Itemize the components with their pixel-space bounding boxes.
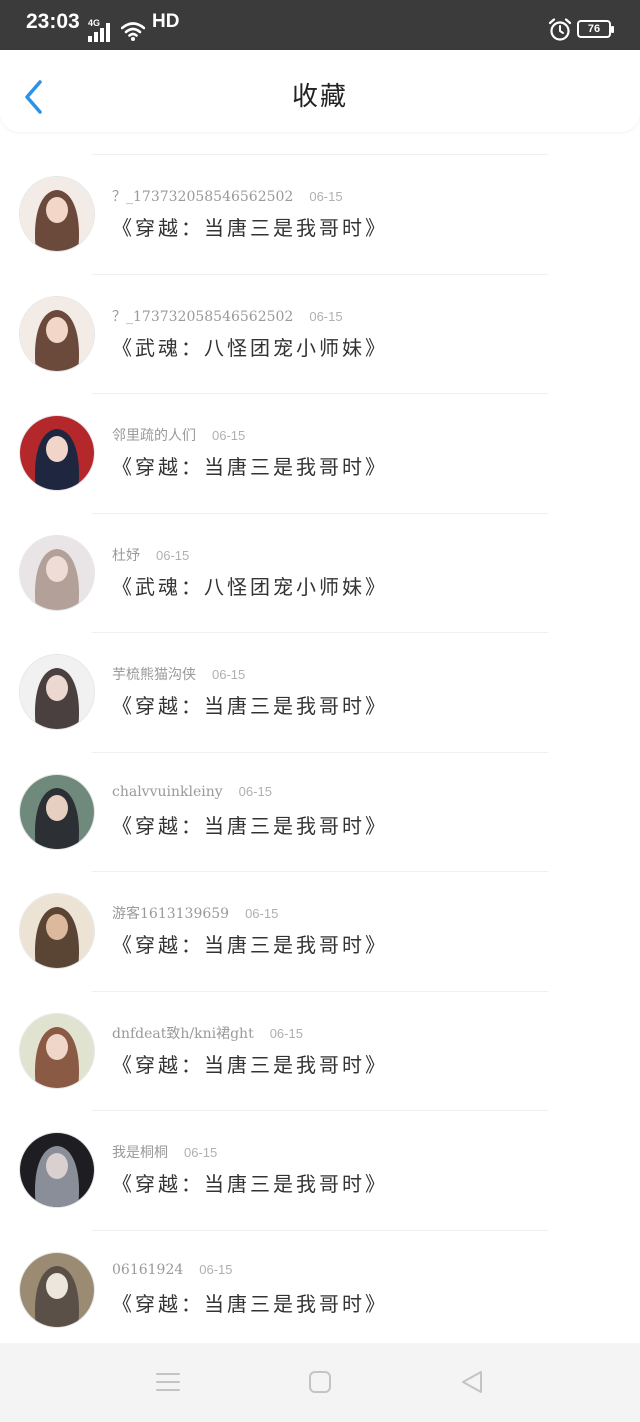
- username: chalvvuinkleiny: [112, 783, 223, 800]
- list-item[interactable]: 游客1613139659 06-15 《穿越：当唐三是我哥时》: [0, 871, 640, 991]
- system-nav-bar: [0, 1343, 640, 1422]
- network-type-label: 4G: [88, 18, 101, 28]
- book-title: 《穿越：当唐三是我哥时》: [112, 455, 388, 479]
- item-meta: chalvvuinkleiny 06-15: [112, 784, 272, 800]
- item-date: 06-15: [309, 308, 343, 324]
- list-item[interactable]: 邻里疏的人们 06-15 《穿越：当唐三是我哥时》: [0, 393, 640, 513]
- username: 邻里疏的人们: [112, 428, 196, 444]
- signal-icon: 4G: [88, 18, 116, 42]
- item-meta: 我是桐桐 06-15: [112, 1142, 217, 1162]
- list-item[interactable]: 06161924 06-15 《穿越：当唐三是我哥时》: [0, 1229, 640, 1350]
- book-title: 《穿越：当唐三是我哥时》: [112, 933, 388, 957]
- item-date: 06-15: [245, 906, 279, 921]
- user-avatar: [20, 1013, 94, 1088]
- book-title: 《穿越：当唐三是我哥时》: [112, 1172, 388, 1196]
- user-avatar: [20, 416, 94, 490]
- hd-indicator: HD: [152, 11, 180, 32]
- item-date: 06-15: [184, 1145, 218, 1160]
- username: 06161924: [112, 1261, 184, 1278]
- item-date: 06-15: [238, 783, 272, 799]
- avatar-face: [46, 436, 68, 462]
- book-title: 《武魂：八怪团宠小师妹》: [112, 574, 388, 599]
- user-avatar: [20, 1252, 94, 1327]
- username: 游客1613139659: [112, 906, 230, 922]
- book-title: 《穿越：当唐三是我哥时》: [112, 216, 388, 240]
- battery-level: 76: [587, 23, 601, 35]
- avatar-face: [46, 1033, 68, 1060]
- user-avatar: [20, 894, 94, 968]
- app-header: 收藏: [0, 50, 640, 132]
- item-date: 06-15: [212, 667, 246, 682]
- item-date: 06-15: [199, 1261, 233, 1277]
- list-item[interactable]: 杜妤 06-15 《武魂：八怪团宠小师妹》: [0, 512, 640, 633]
- book-title: 《穿越：当唐三是我哥时》: [112, 813, 388, 838]
- wifi-icon: [121, 22, 145, 41]
- user-avatar: [20, 655, 94, 729]
- avatar-face: [46, 914, 68, 940]
- item-date: 06-15: [156, 547, 190, 563]
- avatar-face: [46, 197, 68, 223]
- list-item[interactable]: ？_173732058546562502 06-15 《穿越：当唐三是我哥时》: [0, 154, 640, 274]
- item-date: 06-15: [309, 189, 343, 204]
- list-item[interactable]: dnfdeat致h/kni裙ght 06-15 《穿越：当唐三是我哥时》: [0, 990, 640, 1111]
- item-meta: ？_173732058546562502 06-15: [112, 306, 343, 326]
- list-item[interactable]: 我是桐桐 06-15 《穿越：当唐三是我哥时》: [0, 1110, 640, 1230]
- item-meta: 杜妤 06-15: [112, 545, 189, 565]
- user-avatar: [20, 535, 94, 610]
- username: ？_173732058546562502: [112, 308, 294, 325]
- book-title: 《穿越：当唐三是我哥时》: [112, 694, 388, 718]
- item-date: 06-15: [269, 1025, 303, 1041]
- item-meta: 芋梳熊猫沟侠 06-15: [112, 664, 245, 684]
- avatar-face: [46, 316, 68, 343]
- alarm-icon: [548, 18, 572, 41]
- list-item[interactable]: ？_173732058546562502 06-15 《武魂：八怪团宠小师妹》: [0, 273, 640, 394]
- user-avatar: [20, 1133, 94, 1207]
- status-time: 23:03: [26, 10, 80, 33]
- username: 杜妤: [112, 547, 140, 564]
- home-icon[interactable]: [308, 1370, 332, 1394]
- favorites-list: ？_173732058546562502 06-15 《穿越：当唐三是我哥时》 ？…: [0, 154, 640, 1349]
- avatar-face: [46, 1272, 68, 1299]
- avatar-face: [46, 555, 68, 582]
- list-item[interactable]: 芋梳熊猫沟侠 06-15 《穿越：当唐三是我哥时》: [0, 632, 640, 752]
- book-title: 《武魂：八怪团宠小师妹》: [112, 335, 388, 360]
- avatar-face: [46, 794, 68, 821]
- list-item[interactable]: chalvvuinkleiny 06-15 《穿越：当唐三是我哥时》: [0, 751, 640, 872]
- back-triangle-icon[interactable]: [459, 1369, 485, 1395]
- avatar-face: [46, 675, 68, 701]
- book-title: 《穿越：当唐三是我哥时》: [112, 1052, 388, 1077]
- item-meta: 06161924 06-15: [112, 1262, 233, 1278]
- item-date: 06-15: [212, 428, 246, 443]
- user-avatar: [20, 296, 94, 371]
- item-meta: 邻里疏的人们 06-15: [112, 425, 245, 445]
- user-avatar: [20, 774, 94, 849]
- menu-icon[interactable]: [155, 1371, 181, 1393]
- battery-icon: 76: [577, 20, 614, 38]
- username: dnfdeat致h/kni裙ght: [112, 1025, 254, 1042]
- page-title: 收藏: [291, 82, 348, 112]
- username: ？_173732058546562502: [112, 189, 294, 205]
- item-meta: dnfdeat致h/kni裙ght 06-15: [112, 1023, 303, 1043]
- username: 我是桐桐: [112, 1145, 168, 1161]
- username: 芋梳熊猫沟侠: [112, 667, 196, 683]
- book-title: 《穿越：当唐三是我哥时》: [112, 1291, 388, 1316]
- avatar-face: [46, 1153, 68, 1179]
- status-bar: 23:03 4G HD 76: [0, 0, 640, 50]
- item-meta: ？_173732058546562502 06-15: [112, 186, 343, 206]
- user-avatar: [20, 177, 94, 251]
- item-meta: 游客1613139659 06-15: [112, 903, 278, 923]
